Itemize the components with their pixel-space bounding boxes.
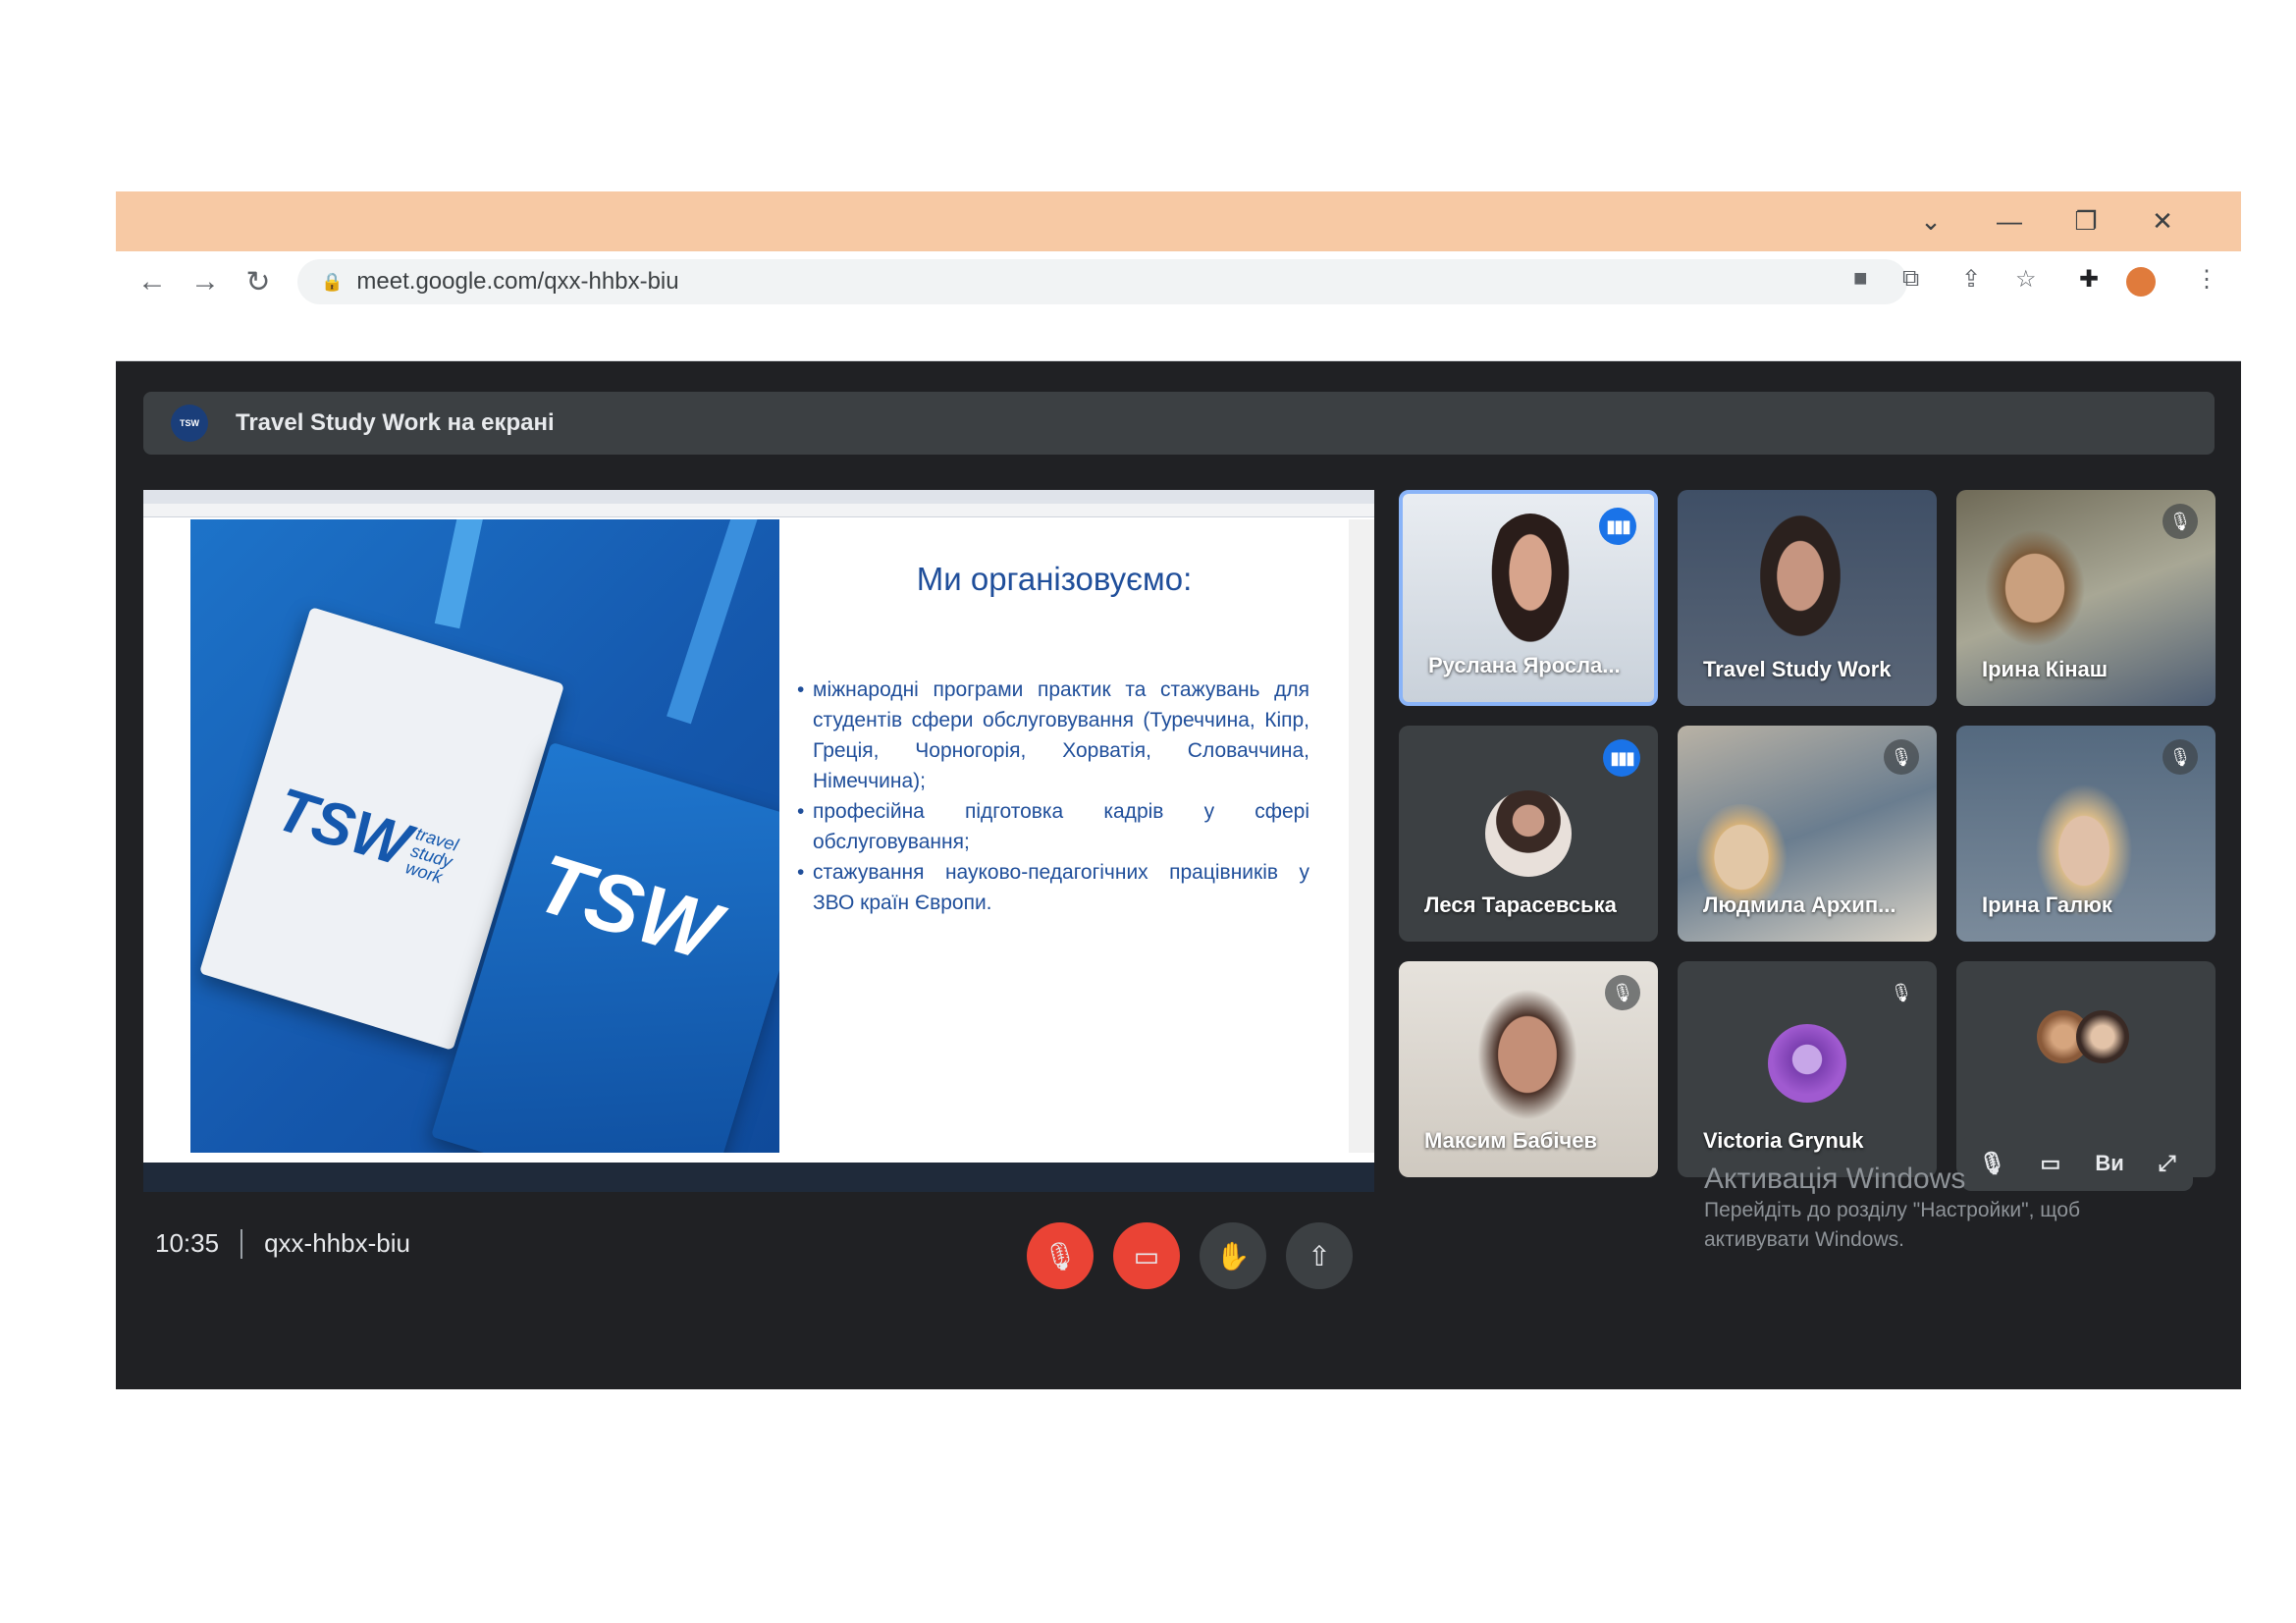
activation-line: Перейдіть до розділу "Настройки", щоб bbox=[1704, 1199, 2081, 1221]
speaking-indicator-icon: ▮▮▮ bbox=[1603, 739, 1640, 777]
bookmark-star-icon[interactable]: ☆ bbox=[2015, 265, 2037, 294]
shared-browser-tabs bbox=[143, 490, 1374, 504]
muted-mic-icon: 🎙 bbox=[1884, 739, 1919, 775]
speaking-indicator-icon: ▮▮▮ bbox=[1599, 508, 1636, 545]
lanyard-strap bbox=[667, 519, 761, 725]
activation-line: активувати Windows. bbox=[1704, 1228, 1904, 1251]
navigation-bar: ← → ↻ 🔒 meet.google.com/qxx-hhbx-biu ■ ⧉… bbox=[116, 251, 2241, 312]
participant-tile[interactable]: Travel Study Work bbox=[1678, 490, 1937, 706]
mic-toggle-button[interactable]: 🎙 bbox=[1027, 1222, 1094, 1289]
meeting-code: qxx-hhbx-biu bbox=[264, 1228, 410, 1258]
participant-tile[interactable]: 🎙 Victoria Grynuk bbox=[1678, 961, 1937, 1177]
tab-search-icon[interactable]: ⌄ bbox=[1893, 191, 1969, 251]
muted-mic-icon: 🎙 bbox=[1605, 975, 1640, 1010]
translate-icon[interactable]: ⧉ bbox=[1902, 265, 1919, 293]
address-bar[interactable]: 🔒 meet.google.com/qxx-hhbx-biu bbox=[297, 259, 1907, 304]
participant-video bbox=[1976, 519, 2094, 657]
meet-area: TSW Travel Study Work на екрані TSW trav… bbox=[116, 362, 2241, 1318]
close-window-icon[interactable]: ✕ bbox=[2124, 191, 2201, 251]
participant-name: Travel Study Work bbox=[1703, 657, 1892, 681]
meeting-time: 10:35 bbox=[155, 1228, 220, 1258]
participant-name: Ірина Галюк bbox=[1982, 893, 2112, 917]
raise-hand-button[interactable]: ✋ bbox=[1200, 1222, 1266, 1289]
participant-name: Леся Тарасевська bbox=[1424, 893, 1617, 917]
muted-mic-icon: 🎙 bbox=[1884, 975, 1919, 1010]
meeting-info: 10:35 qxx-hhbx-biu bbox=[155, 1228, 410, 1259]
expand-icon[interactable]: ⤢ bbox=[2159, 1151, 2176, 1176]
participant-tile[interactable]: 🎙 Людмила Архип... bbox=[1678, 726, 1937, 942]
participant-video bbox=[1746, 510, 1854, 657]
slide-bullet-list: міжнародні програми практик та стажувань… bbox=[797, 675, 1309, 918]
participant-tile[interactable]: 🎙 Ірина Кінаш bbox=[1956, 490, 2216, 706]
slide-text-panel: Ми організовуємо: міжнародні програми пр… bbox=[779, 519, 1329, 1153]
participant-video bbox=[1464, 971, 1591, 1138]
camera-toggle-button[interactable]: ▭ bbox=[1113, 1222, 1180, 1289]
participant-avatar bbox=[1485, 790, 1572, 877]
minimize-icon[interactable]: — bbox=[1971, 191, 2048, 251]
camera-active-icon[interactable]: ■ bbox=[1853, 265, 1868, 293]
participant-video bbox=[1481, 514, 1579, 661]
slide-title: Ми організовуємо: bbox=[916, 561, 1193, 597]
participant-name: Руслана Яросла... bbox=[1428, 653, 1621, 677]
participant-name: Максим Бабічев bbox=[1424, 1128, 1597, 1153]
participant-tile[interactable]: 🎙 Ірина Галюк bbox=[1956, 726, 2216, 942]
presenter-logo: TSW bbox=[171, 405, 208, 442]
profile-avatar[interactable] bbox=[2126, 267, 2156, 297]
forward-icon[interactable]: → bbox=[179, 265, 232, 298]
back-icon[interactable]: ← bbox=[126, 265, 179, 298]
extensions-icon[interactable]: ✚ bbox=[2079, 265, 2099, 294]
lanyard-strap bbox=[434, 519, 487, 629]
muted-mic-icon: 🎙 bbox=[2163, 739, 2198, 775]
lock-icon: 🔒 bbox=[321, 271, 344, 292]
muted-mic-icon: 🎙 bbox=[2163, 504, 2198, 539]
participant-tile[interactable]: 🎙 Максим Бабічев bbox=[1399, 961, 1658, 1177]
badge-logo-large: TSW bbox=[526, 836, 729, 979]
shared-toolbar bbox=[143, 504, 1374, 517]
shared-taskbar bbox=[143, 1163, 1374, 1192]
slide-bullet: міжнародні програми практик та стажувань… bbox=[797, 675, 1309, 796]
participant-tile[interactable]: ▮▮▮ Руслана Яросла... bbox=[1399, 490, 1658, 706]
screenshot-frame: ⌄ — ❐ ✕ ← → ↻ 🔒 meet.google.com/qxx-hhbx… bbox=[116, 191, 2241, 1389]
activation-title: Активація Windows bbox=[1704, 1163, 1966, 1195]
share-icon[interactable]: ⇪ bbox=[1961, 265, 1981, 294]
badge-subtext: travel study work bbox=[402, 823, 461, 888]
shared-scrollbar bbox=[1349, 519, 1374, 1153]
windows-activation-watermark: Активація Windows Перейдіть до розділу "… bbox=[1704, 1163, 2080, 1255]
slide-bullet: професійна підготовка кадрів у сфері обс… bbox=[797, 796, 1309, 857]
slide-bullet: стажування науково-педагогічних працівни… bbox=[797, 857, 1309, 918]
separator bbox=[240, 1228, 243, 1259]
restore-icon[interactable]: ❐ bbox=[2048, 191, 2124, 251]
participant-avatar bbox=[2076, 1010, 2129, 1063]
participant-name: Ірина Кінаш bbox=[1982, 657, 2109, 681]
menu-icon[interactable]: ⋮ bbox=[2195, 265, 2218, 294]
url-text: meet.google.com/qxx-hhbx-biu bbox=[356, 268, 679, 295]
badge-logo: TSW bbox=[268, 775, 418, 881]
bookmarks-bar bbox=[116, 312, 2241, 361]
participant-tile[interactable]: ▮▮▮ Леся Тарасевська bbox=[1399, 726, 1658, 942]
participant-name: Людмила Архип... bbox=[1703, 893, 1896, 917]
presenter-banner: TSW Travel Study Work на екрані bbox=[143, 392, 2215, 455]
presenter-title: Travel Study Work на екрані bbox=[236, 409, 555, 436]
participant-avatar bbox=[1768, 1024, 1846, 1103]
shared-screen: TSW travel study work TSW Ми організовує… bbox=[143, 490, 1374, 1192]
reload-icon[interactable]: ↻ bbox=[232, 265, 285, 299]
self-label: Ви bbox=[2095, 1151, 2124, 1175]
participant-name: Victoria Grynuk bbox=[1703, 1128, 1864, 1153]
slide-image: TSW travel study work TSW bbox=[190, 519, 779, 1153]
